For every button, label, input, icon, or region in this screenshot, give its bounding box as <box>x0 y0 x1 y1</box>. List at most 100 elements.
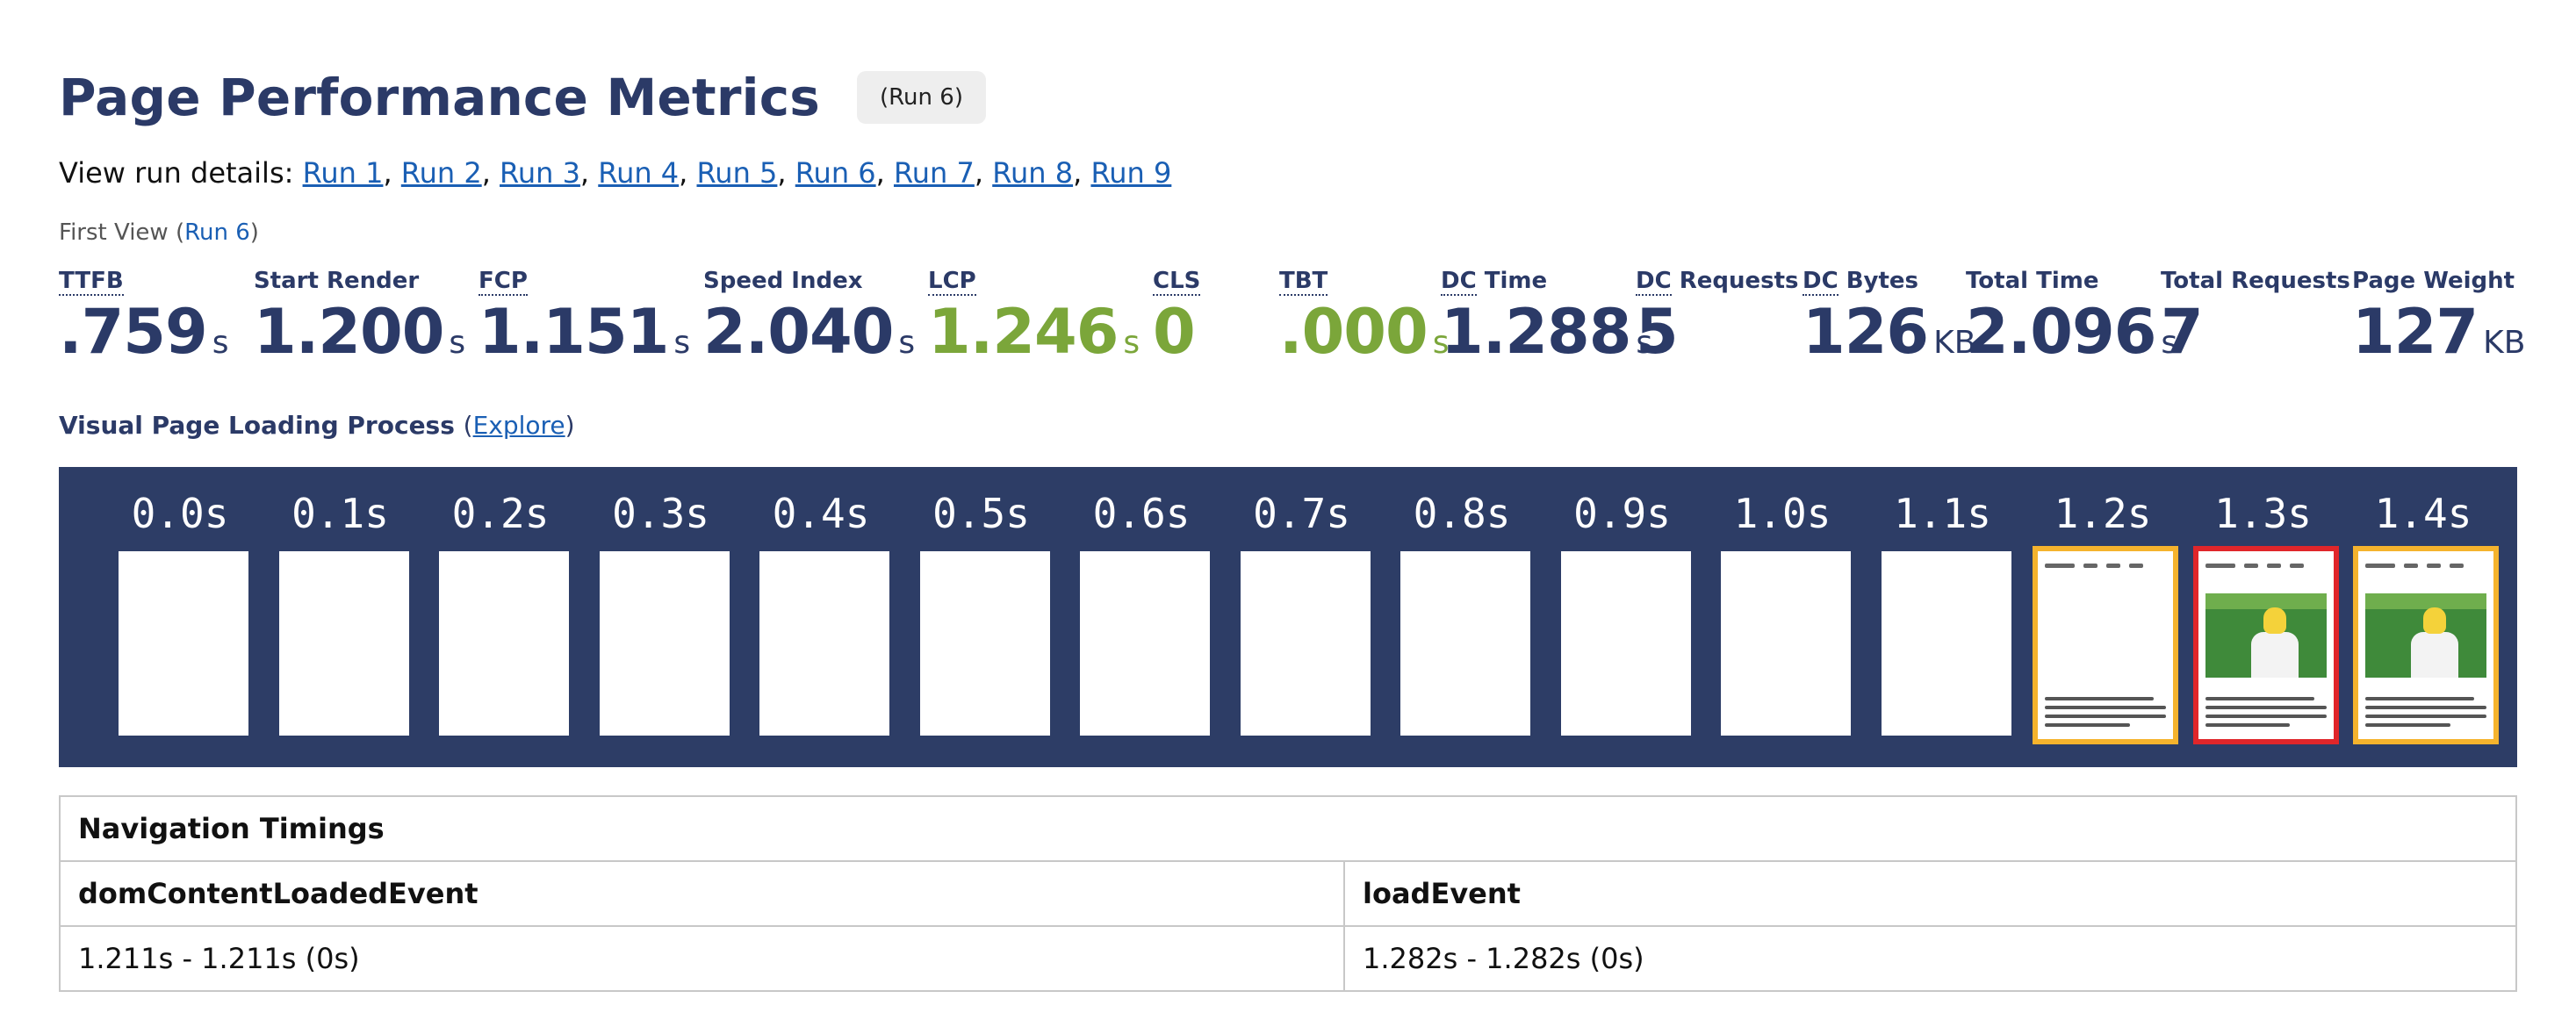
metric-label-text: TBT <box>1279 268 1328 296</box>
run-link-5[interactable]: Run 5 <box>697 156 778 190</box>
metric-label: TBT <box>1279 268 1449 298</box>
column-header-domcontentloaded: domContentLoadedEvent <box>59 860 1345 927</box>
frame-thumbnail[interactable] <box>1721 551 1851 736</box>
metric-label-rest: Requests <box>1671 268 1799 294</box>
run-link-3[interactable]: Run 3 <box>500 156 580 190</box>
frame-time-label: 0.2s <box>451 490 550 537</box>
metric-label-text: Total Time <box>1966 268 2099 294</box>
frame-thumbnail[interactable] <box>759 551 889 736</box>
metric-number: 126 <box>1802 296 1929 368</box>
navigation-timings-table: Navigation Timings domContentLoadedEvent… <box>59 795 2517 992</box>
metric-unit: s <box>673 325 691 361</box>
metric-2: FCP 1.151 s <box>479 268 690 363</box>
metric-1: Start Render 1.200 s <box>254 268 465 363</box>
metric-unit: s <box>449 325 466 361</box>
frame-thumbnail[interactable] <box>1080 551 1210 736</box>
metric-label: Total Time <box>1966 268 2177 298</box>
run-link-8[interactable]: Run 8 <box>992 156 1073 190</box>
metric-number: 5 <box>1636 296 1679 368</box>
thumbnail-nav <box>2365 564 2486 569</box>
metric-number: 0 <box>1153 296 1196 368</box>
metric-label-abbr: DC <box>1802 268 1838 296</box>
run-details: View run details: Run 1, Run 2, Run 3, R… <box>59 156 1171 190</box>
metric-number: 1.200 <box>254 296 444 368</box>
first-view-prefix: First View ( <box>59 219 185 246</box>
run-link-1[interactable]: Run 1 <box>303 156 384 190</box>
frame-time-label: 0.6s <box>1092 490 1191 537</box>
metric-label: LCP <box>928 268 1140 298</box>
metric-value: 126 KB <box>1802 301 1975 363</box>
metric-number: 2.040 <box>703 296 894 368</box>
frame-thumbnail[interactable] <box>919 551 1050 736</box>
frame-thumbnail[interactable] <box>1400 551 1530 736</box>
thumbnail-text-lines <box>2205 692 2327 727</box>
run-links: Run 1, Run 2, Run 3, Run 4, Run 5, Run 6… <box>303 156 1172 190</box>
metric-9: DC Bytes 126 KB <box>1802 268 1975 363</box>
metric-7: DC Time 1.288 s <box>1441 268 1652 363</box>
frame-thumbnail[interactable] <box>119 551 248 736</box>
frame-time-label: 1.3s <box>2214 490 2312 537</box>
run-link-9[interactable]: Run 9 <box>1090 156 1171 190</box>
frame-thumbnail[interactable] <box>2353 546 2499 744</box>
metric-label: Total Requests <box>2161 268 2350 298</box>
metric-label: CLS <box>1153 268 1201 298</box>
run-link-7[interactable]: Run 7 <box>894 156 975 190</box>
loadevent-value: 1.282s - 1.282s (0s) <box>1343 925 2517 992</box>
column-header-loadevent: loadEvent <box>1343 860 2517 927</box>
close-paren: ) <box>565 411 575 440</box>
run-link-4[interactable]: Run 4 <box>598 156 679 190</box>
first-view-label: First View (Run 6) <box>59 219 259 246</box>
frame-thumbnail[interactable] <box>599 551 730 736</box>
thumbnail-text-lines <box>2365 692 2486 727</box>
run-link-2[interactable]: Run 2 <box>401 156 482 190</box>
explore-link[interactable]: Explore <box>473 411 565 440</box>
metric-number: 7 <box>2161 296 2204 368</box>
thumbnail-image <box>2205 593 2327 678</box>
metric-value: 5 <box>1636 301 1799 363</box>
frame-thumbnail[interactable] <box>2192 546 2339 744</box>
metric-label-text: FCP <box>479 268 528 296</box>
metric-number: .000 <box>1279 296 1428 368</box>
metric-label: Page Weight <box>2352 268 2525 298</box>
run-separator: , <box>974 156 993 190</box>
frame-thumbnail[interactable] <box>1240 551 1371 736</box>
metric-label-text: Start Render <box>254 268 420 294</box>
metric-value: 2.096 s <box>1966 301 2177 363</box>
filmstrip: 0.0s 0.1s 0.2s 0.3s 0.4s 0.5s 0.6s 0.7s 0.8s 0.9s… <box>59 467 2517 767</box>
metric-6: TBT .000 s <box>1279 268 1449 363</box>
metric-value: .000 s <box>1279 301 1449 363</box>
run-separator: , <box>481 156 500 190</box>
frame-time-label: 0.9s <box>1573 490 1671 537</box>
metric-3: Speed Index 2.040 s <box>703 268 915 363</box>
first-view-run-link[interactable]: Run 6 <box>184 219 250 246</box>
metric-11: Total Requests 7 <box>2161 268 2350 363</box>
run-link-6[interactable]: Run 6 <box>795 156 876 190</box>
metric-unit: s <box>898 325 916 361</box>
frame-time-label: 0.4s <box>772 490 870 537</box>
metric-label-abbr: DC <box>1441 268 1477 296</box>
metric-label: DC Time <box>1441 268 1652 298</box>
frame-thumbnail[interactable] <box>278 551 409 736</box>
frame-thumbnail[interactable] <box>2033 546 2178 744</box>
metric-8: DC Requests 5 <box>1636 268 1799 363</box>
frame-time-label: 0.8s <box>1413 490 1511 537</box>
metric-5: CLS 0 <box>1153 268 1201 363</box>
frame-time-label: 0.1s <box>291 490 389 537</box>
metric-unit: KB <box>2483 325 2526 361</box>
frame-thumbnail[interactable] <box>439 551 569 736</box>
metric-label-text: CLS <box>1153 268 1201 296</box>
metric-number: 2.096 <box>1966 296 2156 368</box>
metric-value: 1.288 s <box>1441 301 1652 363</box>
frame-thumbnail[interactable] <box>1881 551 2011 736</box>
run-separator: , <box>1073 156 1091 190</box>
frame-time-label: 0.3s <box>612 490 709 537</box>
table-title: Navigation Timings <box>59 795 2517 862</box>
metric-label: DC Bytes <box>1802 268 1975 298</box>
run-separator: , <box>679 156 697 190</box>
open-paren: ( <box>463 411 473 440</box>
frame-thumbnail[interactable] <box>1560 551 1691 736</box>
metric-label-rest: Bytes <box>1838 268 1919 294</box>
domcontentloaded-value: 1.211s - 1.211s (0s) <box>59 925 1345 992</box>
metric-label-text: Total Requests <box>2161 268 2350 294</box>
metric-value: 127 KB <box>2352 301 2525 363</box>
